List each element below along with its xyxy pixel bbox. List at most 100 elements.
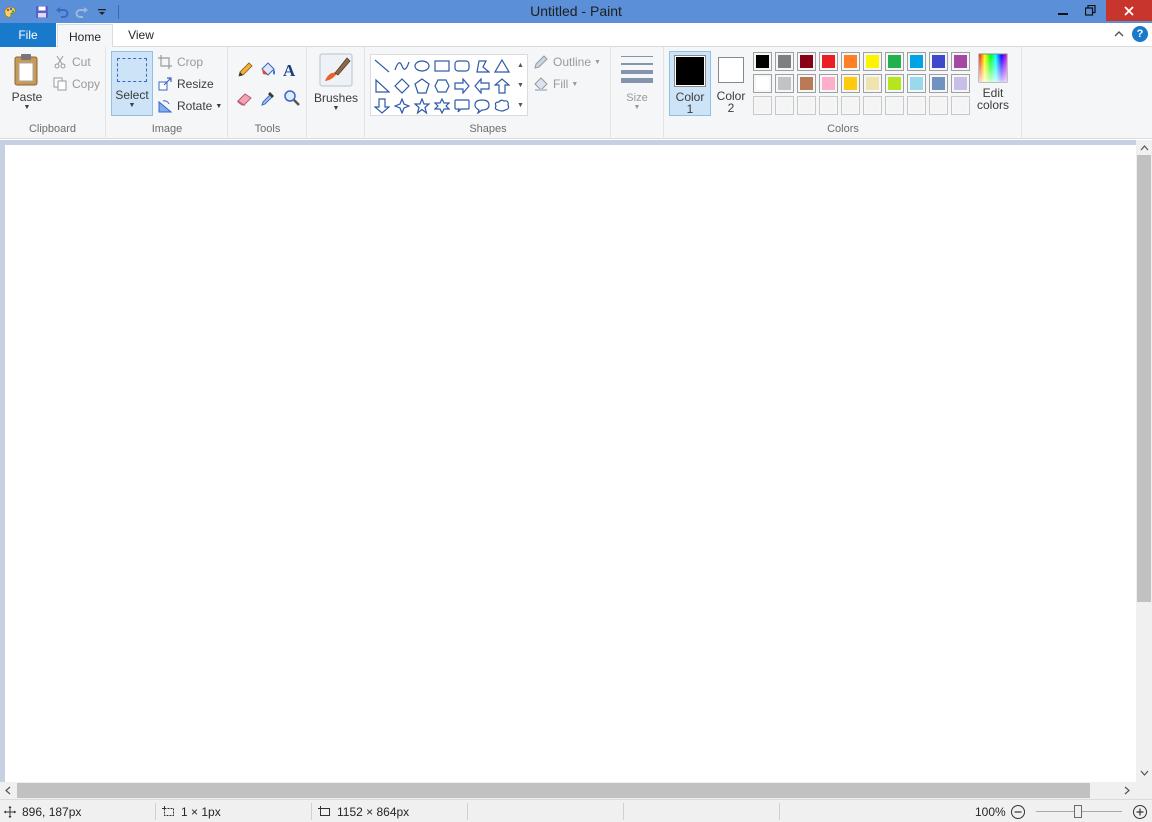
copy-button[interactable]: Copy — [52, 74, 100, 94]
triangle-shape-icon[interactable] — [493, 57, 511, 75]
scroll-down-icon[interactable] — [1136, 765, 1152, 781]
magnifier-icon[interactable] — [283, 89, 301, 107]
palette-swatch[interactable] — [797, 74, 816, 93]
polygon-shape-icon[interactable] — [473, 57, 491, 75]
rectangle-shape-icon[interactable] — [433, 57, 451, 75]
help-icon[interactable]: ? — [1132, 26, 1148, 42]
select-button[interactable]: Select ▼ — [111, 51, 153, 116]
pencil-icon[interactable] — [236, 61, 254, 79]
vertical-scrollbar[interactable] — [1136, 140, 1152, 782]
color1-button[interactable]: Color 1 — [669, 51, 711, 116]
tab-view[interactable]: View — [114, 23, 168, 47]
palette-swatch[interactable] — [907, 74, 926, 93]
close-button[interactable] — [1106, 0, 1152, 21]
scroll-right-icon[interactable] — [1119, 782, 1135, 798]
tab-home[interactable]: Home — [57, 24, 113, 48]
pentagon-shape-icon[interactable] — [413, 77, 431, 95]
rotate-button[interactable]: Rotate ▼ — [157, 96, 222, 116]
rounded-rectangle-shape-icon[interactable] — [453, 57, 471, 75]
zoom-in-button[interactable] — [1132, 800, 1148, 822]
palette-swatch[interactable] — [863, 74, 882, 93]
cut-button[interactable]: Cut — [52, 52, 91, 72]
minimize-button[interactable] — [1056, 0, 1070, 21]
palette-swatch[interactable] — [863, 52, 882, 71]
left-arrow-shape-icon[interactable] — [473, 77, 491, 95]
zoom-slider[interactable] — [1036, 805, 1122, 818]
palette-swatch[interactable] — [929, 74, 948, 93]
brushes-button[interactable]: Brushes ▼ — [313, 53, 359, 112]
palette-swatch-color — [932, 55, 945, 68]
palette-swatch[interactable] — [753, 74, 772, 93]
palette-swatch[interactable] — [797, 52, 816, 71]
palette-swatch[interactable] — [753, 52, 772, 71]
six-point-star-shape-icon[interactable] — [433, 97, 451, 115]
palette-swatch[interactable] — [951, 74, 970, 93]
palette-swatch[interactable] — [819, 96, 838, 115]
palette-swatch[interactable] — [929, 96, 948, 115]
palette-swatch-color — [866, 77, 879, 90]
cloud-callout-shape-icon[interactable] — [493, 97, 511, 115]
palette-swatch[interactable] — [841, 74, 860, 93]
palette-swatch[interactable] — [841, 52, 860, 71]
edit-colors-button[interactable]: Edit colors — [975, 53, 1011, 111]
palette-swatch[interactable] — [775, 96, 794, 115]
rounded-callout-shape-icon[interactable] — [453, 97, 471, 115]
down-arrow-shape-icon[interactable] — [373, 97, 391, 115]
color2-label-line2: 2 — [727, 101, 735, 115]
fill-bucket-icon[interactable] — [259, 61, 277, 79]
color2-button[interactable]: Color 2 — [713, 51, 749, 116]
palette-swatch[interactable] — [775, 74, 794, 93]
size-button[interactable]: Size ▼ — [618, 53, 656, 111]
palette-swatch[interactable] — [951, 52, 970, 71]
crop-button[interactable]: Crop — [157, 52, 203, 72]
palette-swatch[interactable] — [819, 52, 838, 71]
gallery-scroll-down-icon[interactable]: ▼ — [514, 76, 527, 95]
palette-swatch[interactable] — [885, 52, 904, 71]
tab-file[interactable]: File — [0, 23, 56, 47]
paste-button[interactable]: Paste ▼ — [8, 53, 46, 111]
outline-button[interactable]: Outline ▼ — [533, 52, 601, 72]
horizontal-scrollbar[interactable] — [0, 782, 1136, 799]
right-arrow-shape-icon[interactable] — [453, 77, 471, 95]
collapse-ribbon-icon[interactable] — [1112, 27, 1126, 41]
palette-swatch-color — [888, 77, 901, 90]
hexagon-shape-icon[interactable] — [433, 77, 451, 95]
palette-swatch[interactable] — [775, 52, 794, 71]
fill-button[interactable]: Fill ▼ — [533, 74, 578, 94]
text-tool-icon[interactable]: A — [283, 61, 301, 80]
palette-swatch[interactable] — [753, 96, 772, 115]
five-point-star-shape-icon[interactable] — [413, 97, 431, 115]
scroll-left-icon[interactable] — [0, 782, 16, 798]
eraser-icon[interactable] — [236, 89, 254, 107]
line-shape-icon[interactable] — [373, 57, 391, 75]
palette-swatch[interactable] — [797, 96, 816, 115]
palette-swatch[interactable] — [907, 96, 926, 115]
restore-button[interactable] — [1083, 0, 1097, 21]
gallery-scroll-up-icon[interactable]: ▲ — [514, 56, 527, 75]
oval-shape-icon[interactable] — [413, 57, 431, 75]
four-point-star-shape-icon[interactable] — [393, 97, 411, 115]
palette-swatch[interactable] — [907, 52, 926, 71]
palette-swatch[interactable] — [819, 74, 838, 93]
diamond-shape-icon[interactable] — [393, 77, 411, 95]
palette-swatch[interactable] — [863, 96, 882, 115]
right-triangle-shape-icon[interactable] — [373, 77, 391, 95]
drawing-canvas[interactable] — [5, 145, 1136, 782]
scroll-up-icon[interactable] — [1136, 140, 1152, 156]
curve-shape-icon[interactable] — [393, 57, 411, 75]
palette-swatch[interactable] — [841, 96, 860, 115]
gallery-expand-icon[interactable]: ▼ — [514, 96, 527, 115]
palette-swatch[interactable] — [951, 96, 970, 115]
resize-button[interactable]: Resize — [157, 74, 214, 94]
zoom-slider-thumb[interactable] — [1074, 805, 1082, 818]
palette-swatch[interactable] — [885, 96, 904, 115]
color-picker-icon[interactable] — [259, 89, 277, 107]
oval-callout-shape-icon[interactable] — [473, 97, 491, 115]
horizontal-scroll-thumb[interactable] — [17, 783, 1090, 798]
clipboard-group: Paste ▼ Cut Copy Clipboard — [0, 47, 106, 139]
palette-swatch[interactable] — [929, 52, 948, 71]
palette-swatch[interactable] — [885, 74, 904, 93]
vertical-scroll-thumb[interactable] — [1137, 155, 1151, 602]
up-arrow-shape-icon[interactable] — [493, 77, 511, 95]
zoom-out-button[interactable] — [1010, 800, 1026, 822]
